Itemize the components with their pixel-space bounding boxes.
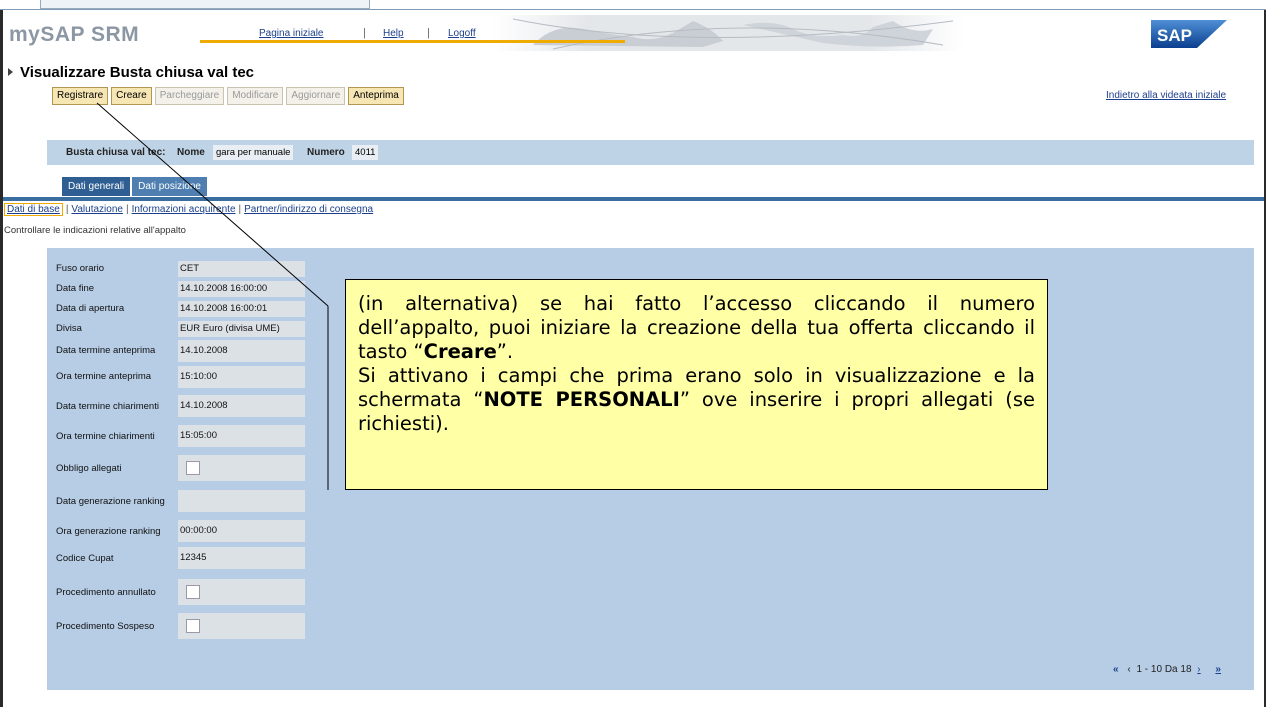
field-label: Ora termine chiarimenti: [56, 431, 155, 442]
field-value: 15:10:00: [178, 366, 305, 388]
subtab-partner-address[interactable]: Partner/indirizzo di consegna: [244, 204, 373, 215]
brand-title: mySAP SRM: [9, 23, 140, 46]
back-to-start-link[interactable]: Indietro alla videata iniziale: [1106, 90, 1226, 101]
park-button: Parcheggiare: [154, 87, 225, 105]
callout-bold: NOTE PERSONALI: [483, 388, 680, 411]
window-frame-left: [0, 10, 3, 707]
document-name-value: gara per manuale: [213, 145, 294, 160]
pager-next-icon[interactable]: ›: [1197, 664, 1200, 675]
sap-logo: SAP: [1151, 20, 1227, 48]
tab-underline: [3, 197, 1264, 201]
tab-item-data[interactable]: Dati posizione: [132, 177, 207, 196]
tab-general-data[interactable]: Dati generali: [62, 177, 131, 196]
mandatory-attachments-checkbox[interactable]: [186, 461, 200, 475]
field-label: Data fine: [56, 283, 95, 294]
document-name-label: Nome: [177, 147, 205, 158]
subtab-separator: |: [65, 204, 69, 215]
pager: « ‹ 1 - 10 Da 18 › »: [1113, 664, 1221, 675]
document-header-bar: Busta chiusa val tec: Nome gara per manu…: [47, 140, 1254, 165]
field-label: Fuso orario: [56, 263, 105, 274]
field-value: 15:05:00: [178, 425, 305, 447]
window-top-strip: [0, 0, 1266, 10]
field-label: Data generazione ranking: [56, 496, 165, 507]
world-map-graphic: [493, 15, 963, 51]
page-title: Visualizzare Busta chiusa val tec: [20, 64, 255, 81]
sub-tabs: Dati di base | Valutazione | Informazioni ac…: [4, 203, 373, 216]
create-button[interactable]: Creare: [111, 87, 152, 105]
nav-help[interactable]: Help: [383, 28, 404, 39]
field-label: Ora termine anteprima: [56, 371, 152, 382]
subtab-separator: |: [238, 204, 242, 215]
update-button: Aggiornare: [286, 87, 346, 105]
field-value: 14.10.2008 16:00:00: [178, 281, 305, 297]
sap-logo-text: SAP: [1157, 26, 1192, 45]
subtab-evaluation[interactable]: Valutazione: [71, 204, 123, 215]
callout-bold: Creare: [423, 340, 497, 363]
collapse-arrow-icon[interactable]: [8, 68, 13, 76]
field-label: Codice Cupat: [56, 553, 114, 564]
field-value: 00:00:00: [178, 520, 305, 542]
field-label: Procedimento annullato: [56, 587, 156, 598]
subtab-buyer-info[interactable]: Informazioni acquirente: [132, 204, 236, 215]
field-value: 14.10.2008 16:00:01: [178, 301, 305, 317]
nav-help-link[interactable]: Help: [383, 28, 404, 39]
pager-range: 1 - 10 Da 18: [1136, 664, 1192, 675]
subtab-separator: |: [125, 204, 129, 215]
field-label: Data di apertura: [56, 303, 125, 314]
procedure-cancelled-checkbox[interactable]: [186, 585, 200, 599]
procedure-suspended-checkbox[interactable]: [186, 619, 200, 633]
annotation-callout: (in alternativa) se hai fatto l’accesso …: [345, 279, 1048, 490]
nav-separator: |: [427, 27, 430, 39]
app-header: mySAP SRM Pagina iniziale | Help | Logof…: [3, 11, 1264, 55]
field-label: Data termine chiarimenti: [56, 401, 159, 412]
browser-tab[interactable]: [40, 0, 370, 9]
field-value: [178, 613, 305, 639]
nav-logoff[interactable]: Logoff: [448, 28, 476, 39]
modify-button: Modificare: [227, 87, 284, 105]
action-toolbar: Registrare Creare Parcheggiare Modificar…: [52, 87, 404, 105]
callout-text: ”.: [496, 340, 514, 363]
nav-home-link[interactable]: Pagina iniziale: [259, 28, 324, 39]
field-label: Ora generazione ranking: [56, 526, 161, 537]
header-accent-line: [200, 40, 625, 43]
field-value: 14.10.2008: [178, 395, 305, 417]
pager-prev-icon[interactable]: ‹: [1127, 664, 1130, 675]
nav-home[interactable]: Pagina iniziale: [259, 28, 324, 39]
document-number-label: Numero: [307, 147, 345, 158]
document-type-label: Busta chiusa val tec:: [66, 147, 166, 158]
nav-logoff-link[interactable]: Logoff: [448, 28, 476, 39]
callout-paragraph-2: Si attivano i campi che prima erano solo…: [358, 364, 1035, 436]
nav-separator: |: [363, 27, 366, 39]
field-label: Data termine anteprima: [56, 345, 156, 356]
field-label: Procedimento Sospeso: [56, 621, 155, 632]
field-value: 12345: [178, 547, 305, 569]
field-value: CET: [178, 261, 305, 277]
field-value: [178, 490, 305, 512]
main-tabs: Dati generali Dati posizione: [62, 177, 207, 196]
pager-first-icon[interactable]: «: [1113, 664, 1119, 675]
subtab-basic-data[interactable]: Dati di base: [4, 203, 63, 216]
field-value: [178, 579, 305, 605]
pager-last-icon[interactable]: »: [1215, 664, 1221, 675]
callout-paragraph-1: (in alternativa) se hai fatto l’accesso …: [358, 292, 1035, 364]
field-value: [178, 455, 305, 481]
register-button[interactable]: Registrare: [52, 87, 109, 105]
field-value: EUR Euro (divisa UME): [178, 321, 305, 337]
field-value: 14.10.2008: [178, 340, 305, 362]
preview-button[interactable]: Anteprima: [348, 87, 404, 105]
document-number-value: 4011: [352, 145, 379, 160]
field-label: Obbligo allegati: [56, 463, 122, 474]
instruction-hint: Controllare le indicazioni relative all'…: [4, 225, 186, 236]
field-label: Divisa: [56, 323, 82, 334]
